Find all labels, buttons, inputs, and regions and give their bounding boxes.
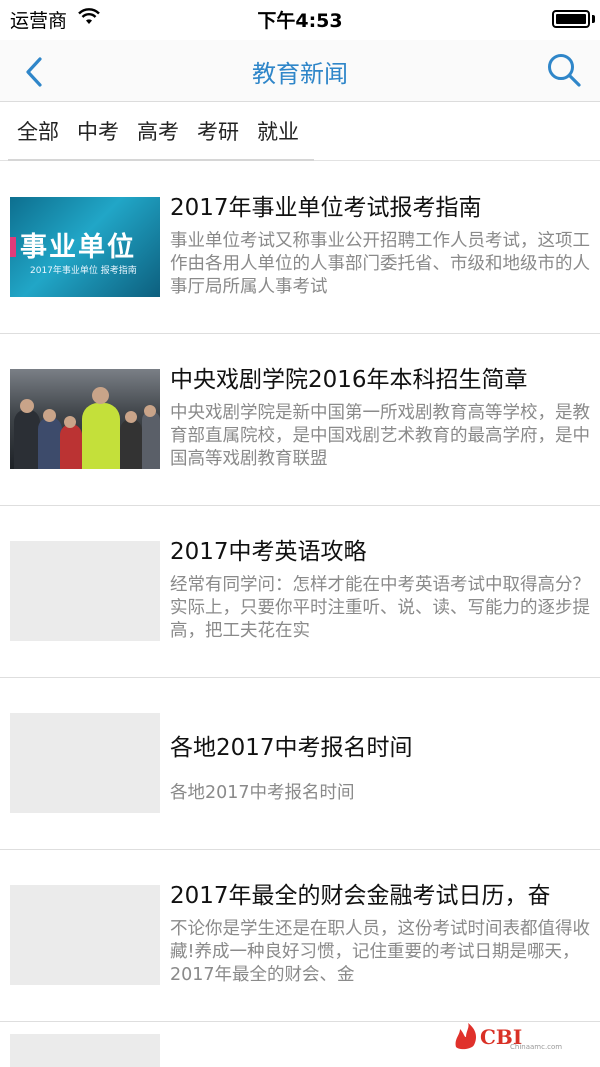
status-bar: 运营商 下午4:53 xyxy=(0,0,600,40)
news-title: 2017年最全的财会金融考试日历，奋 xyxy=(170,883,551,909)
news-title: 2017年事业单位考试报考指南 xyxy=(170,195,482,221)
banner-subtitle: 2017年事业单位 报考指南 xyxy=(30,266,137,276)
news-thumbnail-placeholder xyxy=(10,713,160,813)
tab-kaoyan[interactable]: 考研 xyxy=(188,116,248,146)
clock: 下午4:53 xyxy=(257,10,343,32)
news-thumbnail-placeholder xyxy=(10,541,160,641)
news-summary: 经常有同学问：怎样才能在中考英语考试中取得高分？实际上，只要你平时注重听、说、读… xyxy=(170,575,590,641)
banner-image: 事业单位 2017年事业单位 报考指南 xyxy=(10,197,160,297)
news-list: 事业单位 2017年事业单位 报考指南 2017年事业单位考试报考指南 事业单位… xyxy=(0,162,600,1067)
tab-zhongkao[interactable]: 中考 xyxy=(68,116,128,146)
flame-icon xyxy=(455,1023,476,1050)
news-thumbnail-placeholder xyxy=(10,1034,160,1067)
news-thumbnail-placeholder xyxy=(10,885,160,985)
battery-icon xyxy=(552,10,590,28)
category-tab-bar: 全部 中考 高考 考研 就业 xyxy=(0,103,600,161)
watermark-logo: CBI Chinaamc.com xyxy=(452,1019,572,1055)
tab-gaokao[interactable]: 高考 xyxy=(128,116,188,146)
page-title: 教育新闻 xyxy=(252,60,348,88)
news-item[interactable]: 中央戏剧学院2016年本科招生简章 中央戏剧学院是新中国第一所戏剧教育高等学校，… xyxy=(0,334,600,506)
news-item[interactable]: 事业单位 2017年事业单位 报考指南 2017年事业单位考试报考指南 事业单位… xyxy=(0,162,600,334)
crowd-photo xyxy=(10,369,160,469)
news-summary: 不论你是学生还是在职人员，这份考试时间表都值得收藏!养成一种良好习惯，记住重要的… xyxy=(170,919,590,985)
news-summary: 各地2017中考报名时间 xyxy=(170,783,355,803)
search-button[interactable] xyxy=(542,48,586,92)
battery-cap xyxy=(592,15,595,23)
news-title: 各地2017中考报名时间 xyxy=(170,735,413,761)
news-title: 2017中考英语攻略 xyxy=(170,539,367,565)
news-summary: 中央戏剧学院是新中国第一所戏剧教育高等学校，是教育部直属院校，是中国戏剧艺术教育… xyxy=(170,403,590,469)
search-icon xyxy=(548,54,581,87)
news-item[interactable]: 2017中考英语攻略 经常有同学问：怎样才能在中考英语考试中取得高分？实际上，只… xyxy=(0,506,600,678)
tab-all[interactable]: 全部 xyxy=(8,116,68,146)
category-tabs: 全部 中考 高考 考研 就业 xyxy=(8,103,314,161)
banner-title: 事业单位 xyxy=(20,232,136,263)
navigation-bar: 教育新闻 xyxy=(0,40,600,102)
watermark-subtext: Chinaamc.com xyxy=(510,1043,563,1051)
news-thumbnail: 事业单位 2017年事业单位 报考指南 xyxy=(10,197,160,297)
news-summary: 事业单位考试又称事业公开招聘工作人员考试，这项工作由各用人单位的人事部门委托省、… xyxy=(170,231,590,297)
news-thumbnail xyxy=(10,369,160,469)
news-title: 中央戏剧学院2016年本科招生简章 xyxy=(170,367,528,393)
tab-jiuye[interactable]: 就业 xyxy=(248,116,308,146)
news-item[interactable]: 各地2017中考报名时间 各地2017中考报名时间 xyxy=(0,678,600,850)
news-item[interactable]: 2017年最全的财会金融考试日历，奋 不论你是学生还是在职人员，这份考试时间表都… xyxy=(0,850,600,1022)
